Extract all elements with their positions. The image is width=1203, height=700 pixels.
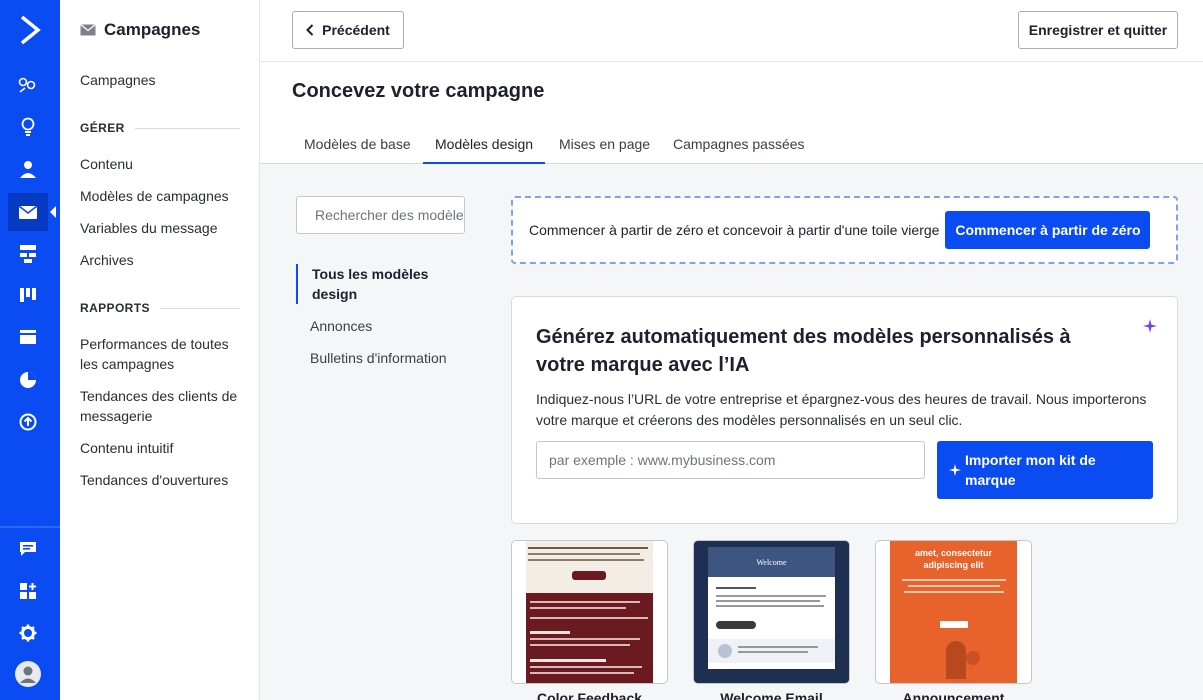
automation-icon[interactable] — [8, 235, 48, 273]
upload-icon[interactable] — [8, 403, 48, 441]
sidebar-item-contenu[interactable]: Contenu — [80, 154, 250, 174]
import-brand-kit-button[interactable]: Importer mon kit de marque — [937, 441, 1153, 499]
search-placeholder: Rechercher des modèles — [315, 207, 465, 223]
ai-card-description: Indiquez-nous l’URL de votre entreprise … — [536, 391, 1147, 428]
business-url-input[interactable]: par exemple : www.mybusiness.com — [536, 441, 925, 479]
apps-icon[interactable] — [8, 572, 48, 610]
tab-mises-en-page[interactable]: Mises en page — [547, 128, 662, 164]
template-label-welcome-email: Welcome Email — [720, 690, 823, 700]
logo-icon[interactable] — [14, 12, 46, 48]
contacts-icon[interactable] — [8, 66, 48, 104]
chat-icon[interactable] — [8, 530, 48, 568]
settings-icon[interactable] — [8, 614, 48, 652]
pages-icon[interactable] — [8, 318, 48, 356]
sidebar-item-archives[interactable]: Archives — [80, 250, 250, 270]
sidebar-item-variables[interactable]: Variables du message — [80, 218, 250, 238]
sidebar-item-campagnes[interactable]: Campagnes — [80, 70, 250, 90]
template-card-announcement[interactable]: amet, consectetur adipiscing elit — [875, 540, 1032, 684]
sidebar-item-modeles-campagnes[interactable]: Modèles de campagnes — [80, 186, 250, 206]
board-icon[interactable] — [8, 276, 48, 314]
save-and-quit-button[interactable]: Enregistrer et quitter — [1018, 11, 1178, 49]
template-preview-image: amet, consectetur adipiscing elit — [890, 541, 1017, 683]
template-card-color-feedback[interactable] — [511, 540, 668, 684]
sidebar-section-gerer: GÉRER — [80, 121, 240, 135]
sidebar-section-rapports: RAPPORTS — [80, 301, 240, 315]
tab-modeles-design[interactable]: Modèles design — [423, 128, 546, 164]
tab-modeles-base[interactable]: Modèles de base — [292, 128, 423, 164]
mail-icon[interactable] — [8, 193, 48, 231]
ai-brand-kit-card: Générez automatiquement des modèles pers… — [511, 296, 1178, 524]
announcement-preview-heading: amet, consectetur adipiscing elit — [914, 548, 993, 570]
page-header: Concevez votre campagne Modèles de base … — [260, 62, 1203, 164]
template-preview-image: Welcome — [708, 547, 835, 669]
top-bar: Précédent Enregistrer et quitter — [260, 0, 1203, 62]
main-content: Rechercher des modèles Tous les modèles … — [260, 164, 1203, 700]
sidebar-item-performances[interactable]: Performances de toutes les campagnes — [80, 334, 250, 374]
account-icon[interactable] — [8, 655, 48, 693]
sparkle-icon — [949, 464, 961, 476]
ai-card-title: Générez automatiquement des modèles pers… — [536, 326, 1071, 376]
tab-campagnes-passees[interactable]: Campagnes passées — [661, 128, 817, 164]
sparkle-icon — [1143, 319, 1157, 333]
reports-icon[interactable] — [8, 361, 48, 399]
filter-bulletins[interactable]: Bulletins d'information — [296, 348, 466, 368]
template-search-input[interactable]: Rechercher des modèles — [296, 196, 465, 234]
app-rail — [0, 0, 60, 700]
chevron-left-icon — [306, 24, 314, 36]
template-card-welcome-email[interactable]: Welcome — [693, 540, 850, 684]
ideas-icon[interactable] — [8, 108, 48, 146]
template-preview-image — [526, 541, 653, 683]
rail-divider — [0, 526, 60, 528]
filter-all-design[interactable]: Tous les modèles design — [296, 264, 466, 304]
back-button[interactable]: Précédent — [292, 11, 404, 49]
welcome-preview-heading: Welcome — [756, 557, 787, 567]
envelope-icon — [80, 24, 96, 36]
start-from-scratch-text: Commencer à partir de zéro et concevoir … — [529, 222, 940, 238]
sidebar-item-tendances-ouvertures[interactable]: Tendances d'ouvertures — [80, 470, 250, 490]
filter-annonces[interactable]: Annonces — [296, 316, 466, 336]
user-icon[interactable] — [8, 150, 48, 188]
sidebar-item-tendances-clients[interactable]: Tendances des clients de messagerie — [80, 386, 250, 426]
template-label-color-feedback: Color Feedback — [536, 690, 643, 700]
page-title: Concevez votre campagne — [292, 80, 545, 102]
start-from-scratch-button[interactable]: Commencer à partir de zéro — [945, 211, 1151, 249]
template-label-announcement: Announcement — [902, 690, 1005, 700]
campaigns-sidebar: Campagnes Campagnes GÉRER Contenu Modèle… — [60, 0, 260, 700]
start-from-scratch-panel: Commencer à partir de zéro et concevoir … — [511, 196, 1178, 264]
sidebar-title: Campagnes — [80, 20, 200, 40]
sidebar-item-contenu-intuitif[interactable]: Contenu intuitif — [80, 438, 250, 458]
